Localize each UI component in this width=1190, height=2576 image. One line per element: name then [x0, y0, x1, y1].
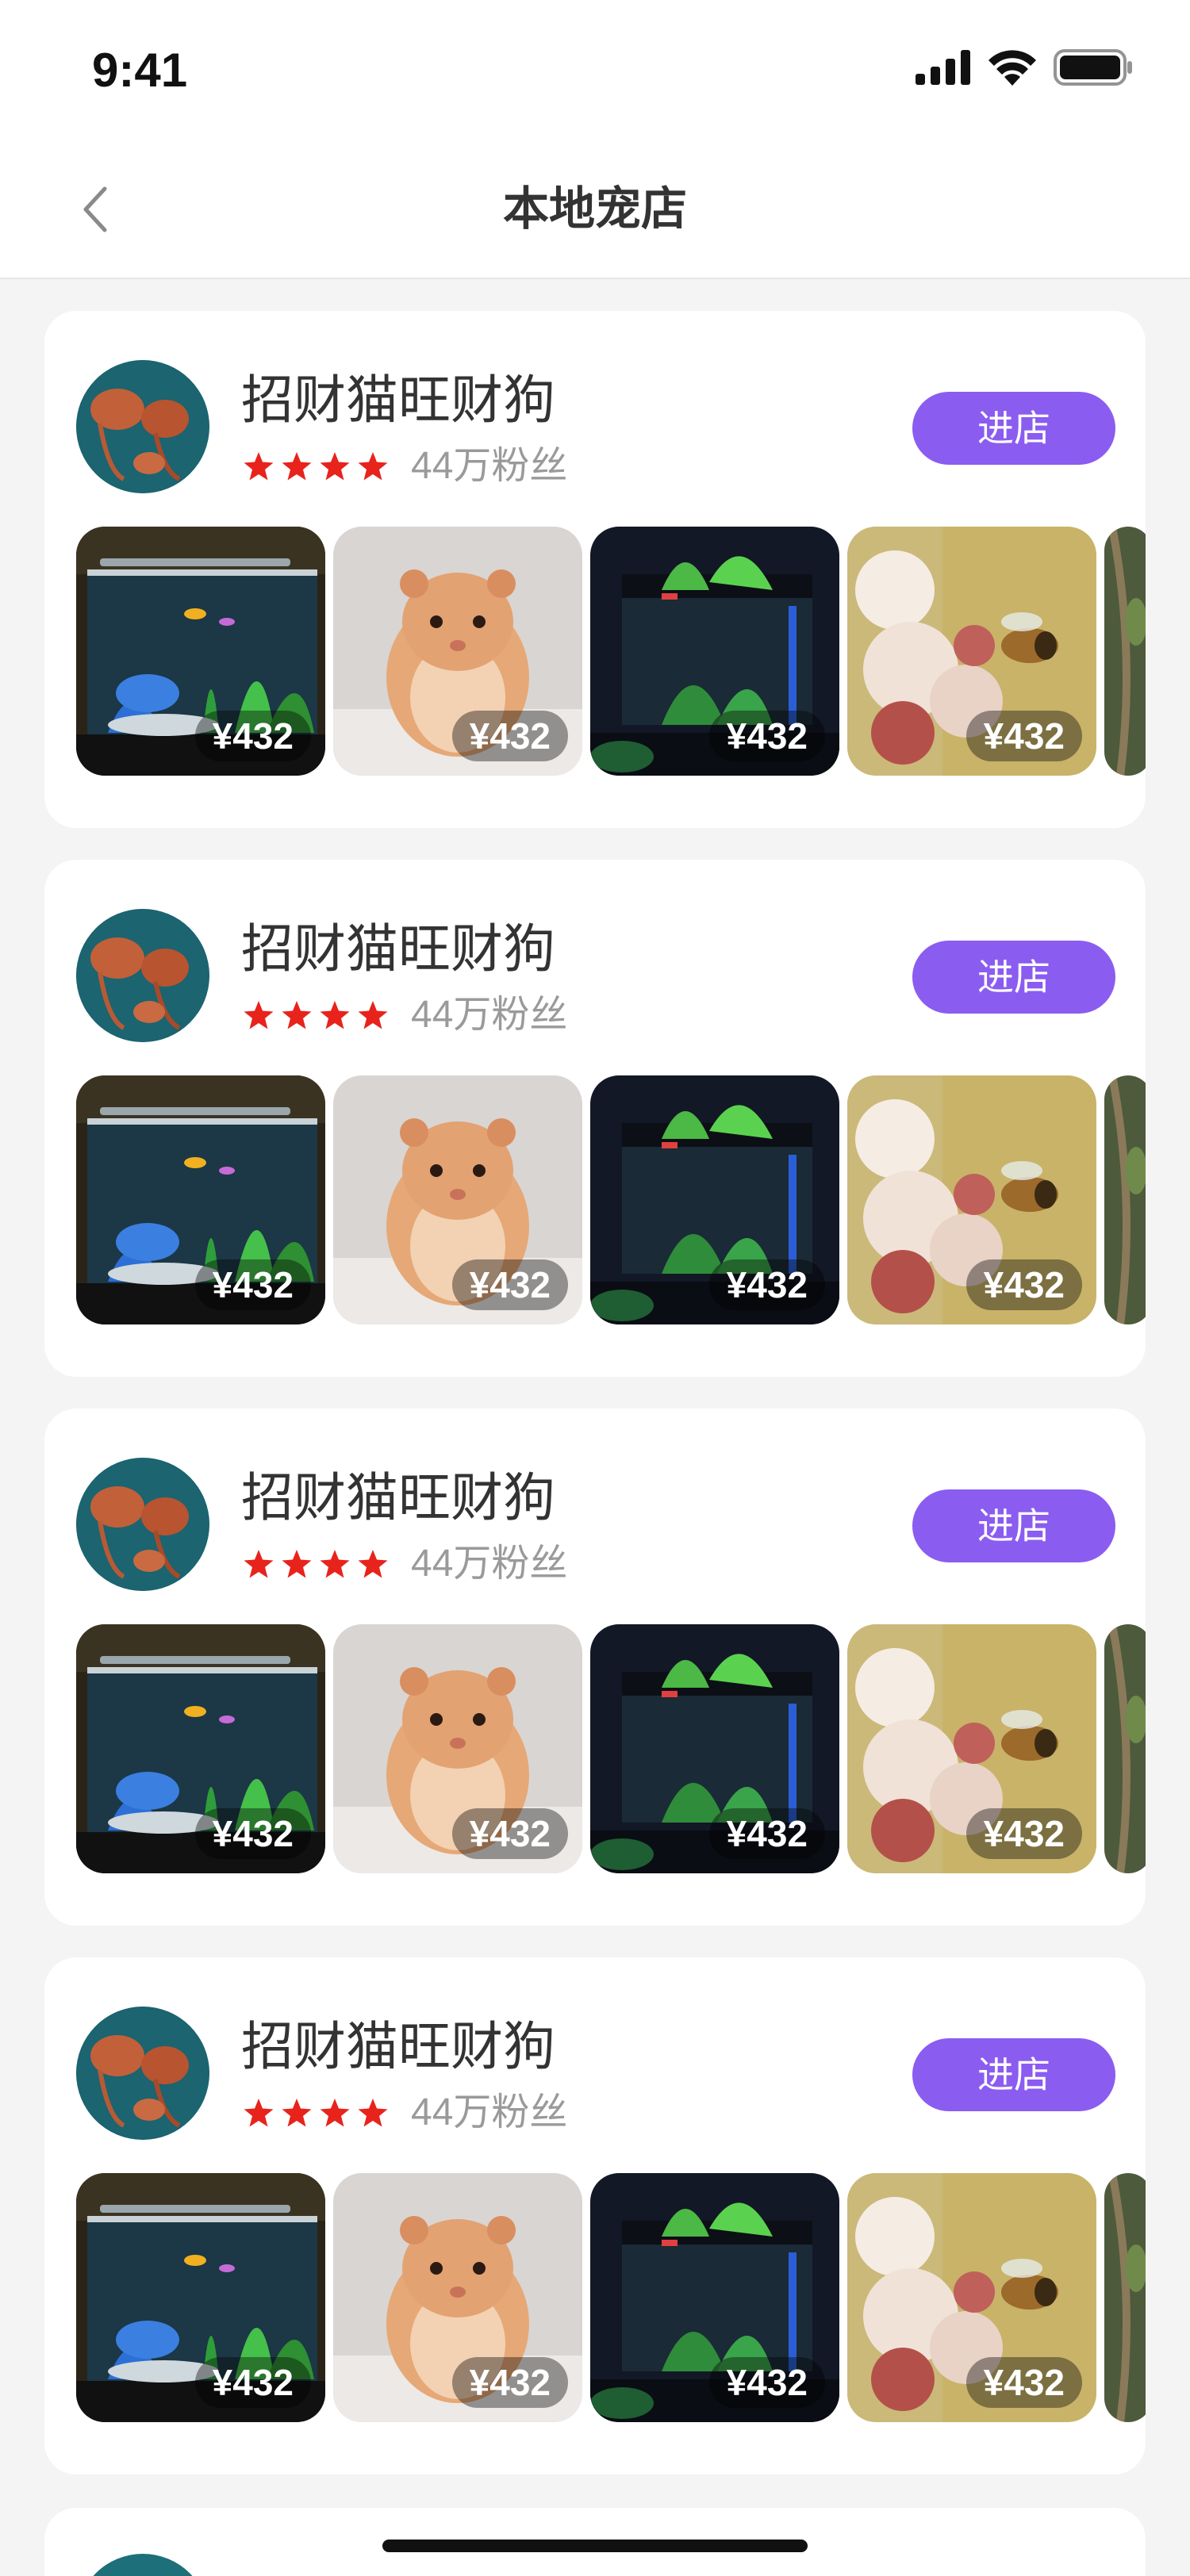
product-thumbnail-peek[interactable]: [1104, 1075, 1146, 1324]
fans-count: 44万粉丝: [411, 994, 568, 1036]
fans-count: 44万粉丝: [411, 2091, 568, 2133]
price-tag: ¥432: [451, 711, 568, 761]
rating-stars: [243, 2097, 389, 2129]
product-thumbnail-aquarium[interactable]: ¥432: [76, 527, 325, 776]
star-icon: [282, 1001, 312, 1029]
battery-icon: [1054, 49, 1132, 86]
star-icon: [282, 452, 312, 481]
shop-card[interactable]: 招财猫旺财狗 44万粉丝 进店 ¥432 ¥432 ¥432 ¥432: [44, 1957, 1146, 2474]
status-bar: 9:41: [0, 0, 1190, 140]
product-thumbnail-aquarium[interactable]: ¥432: [76, 2173, 325, 2422]
star-icon: [358, 1550, 388, 1578]
star-icon: [282, 1550, 312, 1578]
price-tag: ¥432: [708, 711, 825, 761]
home-indicator: [382, 2540, 808, 2552]
product-thumbnail-bee-flower[interactable]: ¥432: [847, 527, 1096, 776]
product-thumbnail-bee-flower[interactable]: ¥432: [847, 1075, 1096, 1324]
shop-rating: 44万粉丝: [243, 444, 567, 489]
product-thumbnails: ¥432 ¥432 ¥432 ¥432: [76, 1624, 1146, 1873]
shop-card[interactable]: 招财猫旺财狗 44万粉丝 进店 ¥432 ¥432 ¥432 ¥432: [44, 1409, 1146, 1926]
price-tag: ¥432: [194, 1259, 311, 1310]
price-tag: ¥432: [708, 2357, 825, 2408]
shop-card[interactable]: 招财猫旺财狗 44万粉丝 进店 ¥432 ¥432 ¥432 ¥432: [44, 311, 1146, 828]
star-icon: [320, 2099, 350, 2127]
shop-rating: 44万粉丝: [243, 2091, 567, 2135]
product-thumbnail-fish-tank[interactable]: ¥432: [590, 527, 839, 776]
shop-avatar: [76, 360, 209, 493]
shop-card[interactable]: 招财猫旺财狗 44万粉丝 进店 ¥432 ¥432 ¥432 ¥432: [44, 860, 1146, 1377]
product-thumbnail-fish-tank[interactable]: ¥432: [590, 1075, 839, 1324]
star-icon: [244, 2099, 274, 2127]
product-thumbnail-fish-tank[interactable]: ¥432: [590, 1624, 839, 1873]
status-time: 9:41: [92, 44, 188, 97]
star-icon: [320, 452, 350, 481]
product-thumbnail-hamster[interactable]: ¥432: [333, 2173, 582, 2422]
product-thumbnail-bee-flower[interactable]: ¥432: [847, 1624, 1096, 1873]
product-thumbnail-bee-flower[interactable]: ¥432: [847, 2173, 1096, 2422]
rating-stars: [243, 999, 389, 1031]
product-thumbnail-peek[interactable]: [1104, 2173, 1146, 2422]
star-icon: [320, 1001, 350, 1029]
product-thumbnails: ¥432 ¥432 ¥432 ¥432: [76, 2173, 1146, 2422]
star-icon: [244, 1001, 274, 1029]
shop-avatar: [76, 1458, 209, 1591]
product-thumbnail-peek[interactable]: [1104, 1624, 1146, 1873]
star-icon: [244, 452, 274, 481]
rating-stars: [243, 1548, 389, 1580]
star-icon: [358, 1001, 388, 1029]
price-tag: ¥432: [194, 711, 311, 761]
shop-avatar: [76, 2007, 209, 2140]
enter-shop-button[interactable]: 进店: [912, 2038, 1115, 2111]
price-tag: ¥432: [965, 2357, 1082, 2408]
star-icon: [320, 1550, 350, 1578]
product-thumbnail-fish-tank[interactable]: ¥432: [590, 2173, 839, 2422]
shop-name: 招财猫旺财狗: [241, 919, 555, 978]
product-image: [1104, 2173, 1146, 2422]
price-tag: ¥432: [451, 1259, 568, 1310]
shop-avatar: [76, 909, 209, 1042]
page-title: 本地宠店: [502, 183, 687, 235]
star-icon: [358, 2099, 388, 2127]
price-tag: ¥432: [708, 1259, 825, 1310]
cellular-signal-icon: [916, 50, 970, 85]
shop-rating: 44万粉丝: [243, 1542, 567, 1586]
product-thumbnail-aquarium[interactable]: ¥432: [76, 1624, 325, 1873]
star-icon: [358, 452, 388, 481]
shop-rating: 44万粉丝: [243, 993, 567, 1037]
price-tag: ¥432: [965, 1808, 1082, 1859]
price-tag: ¥432: [451, 2357, 568, 2408]
shop-list: 招财猫旺财狗 44万粉丝 进店 ¥432 ¥432 ¥432 ¥432 招财猫旺…: [44, 311, 1146, 2506]
product-thumbnail-hamster[interactable]: ¥432: [333, 527, 582, 776]
fans-count: 44万粉丝: [411, 445, 568, 487]
price-tag: ¥432: [194, 2357, 311, 2408]
enter-shop-button[interactable]: 进店: [912, 1489, 1115, 1562]
product-thumbnail-hamster[interactable]: ¥432: [333, 1075, 582, 1324]
price-tag: ¥432: [965, 711, 1082, 761]
product-image: [1104, 527, 1146, 776]
rating-stars: [243, 450, 389, 482]
star-icon: [244, 1550, 274, 1578]
star-icon: [282, 2099, 312, 2127]
fans-count: 44万粉丝: [411, 1543, 568, 1585]
navigation-bar: 本地宠店: [0, 140, 1190, 279]
product-image: [1104, 1075, 1146, 1324]
product-thumbnail-peek[interactable]: [1104, 527, 1146, 776]
price-tag: ¥432: [451, 1808, 568, 1859]
price-tag: ¥432: [965, 1259, 1082, 1310]
product-thumbnail-hamster[interactable]: ¥432: [333, 1624, 582, 1873]
product-thumbnails: ¥432 ¥432 ¥432 ¥432: [76, 527, 1146, 776]
price-tag: ¥432: [194, 1808, 311, 1859]
enter-shop-button[interactable]: 进店: [912, 392, 1115, 465]
product-thumbnail-aquarium[interactable]: ¥432: [76, 1075, 325, 1324]
enter-shop-button[interactable]: 进店: [912, 941, 1115, 1014]
product-thumbnails: ¥432 ¥432 ¥432 ¥432: [76, 1075, 1146, 1324]
wifi-icon: [988, 50, 1036, 86]
shop-name: 招财猫旺财狗: [241, 1468, 555, 1527]
price-tag: ¥432: [708, 1808, 825, 1859]
shop-name: 招财猫旺财狗: [241, 2017, 555, 2076]
shop-name: 招财猫旺财狗: [241, 370, 555, 429]
shop-avatar: [76, 2554, 209, 2576]
product-image: [1104, 1624, 1146, 1873]
status-icons: [916, 49, 1133, 86]
